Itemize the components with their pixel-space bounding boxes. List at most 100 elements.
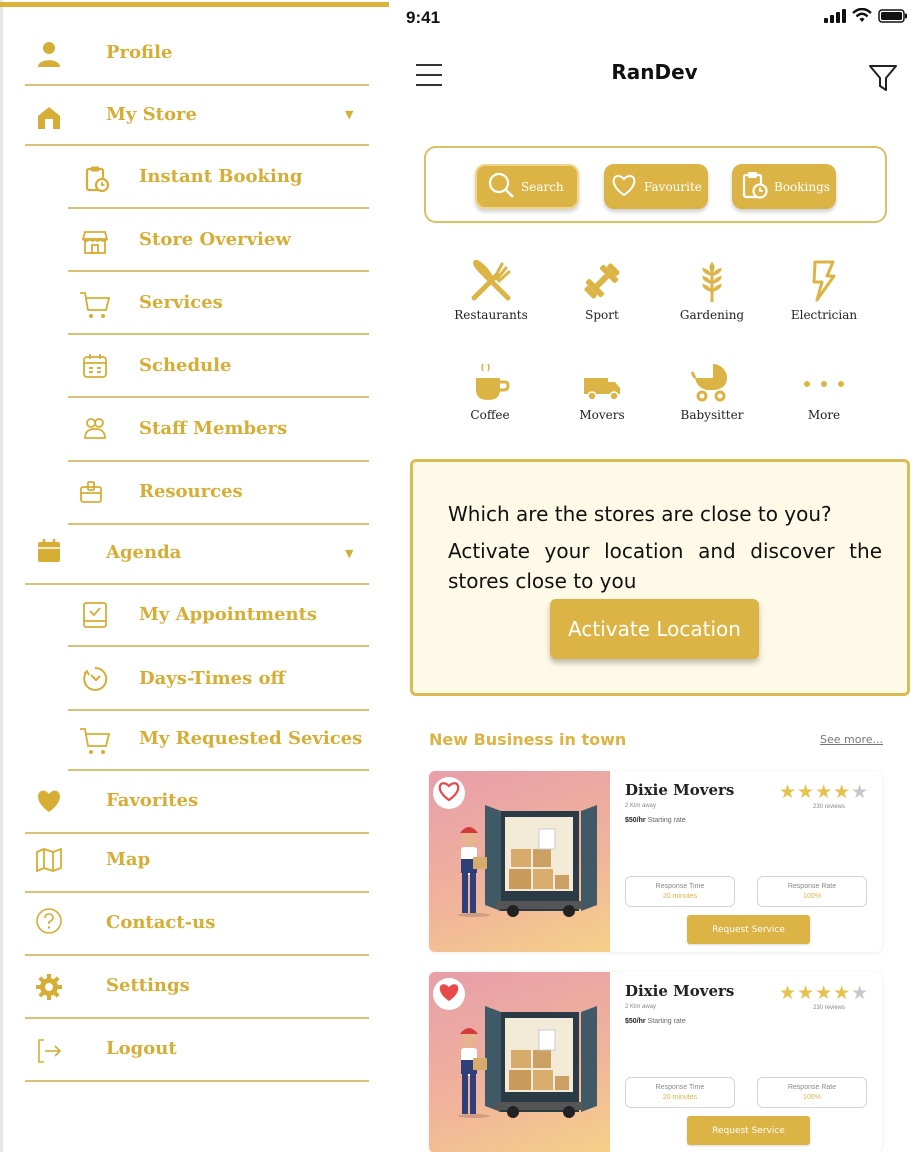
- quick-actions: Search Favourite Bookings: [424, 146, 887, 223]
- category-restaurants[interactable]: Restaurants: [436, 258, 546, 322]
- drawer-item-days-times-off[interactable]: Days-Times off: [0, 656, 370, 704]
- drawer-item-label: Instant Booking: [139, 166, 303, 187]
- filter-icon[interactable]: [867, 62, 899, 94]
- status-time: 9:41: [406, 8, 441, 27]
- drawer-item-label: Services: [139, 292, 223, 313]
- drawer-item-profile[interactable]: Profile: [0, 30, 370, 78]
- search-icon: [487, 171, 515, 202]
- category-gardening[interactable]: Gardening: [657, 258, 767, 322]
- star-rating: ★★★★★: [779, 781, 870, 803]
- drawer-item-services[interactable]: Services: [0, 280, 370, 328]
- drawer-item-label: Favorites: [106, 790, 199, 811]
- favourite-button[interactable]: Favourite: [604, 164, 708, 209]
- divider: [68, 645, 369, 647]
- review-count: 230 reviews: [812, 804, 845, 810]
- drawer-item-label: Contact-us: [106, 912, 216, 933]
- drawer-item-favorites[interactable]: Favorites: [0, 778, 370, 826]
- map-icon: [32, 843, 66, 877]
- drawer-item-label: Settings: [106, 975, 190, 996]
- heart-outline-icon: [610, 172, 638, 201]
- category-label: More: [807, 408, 841, 422]
- divider: [25, 583, 369, 585]
- drawer-item-store-overview[interactable]: Store Overview: [0, 217, 370, 265]
- category-movers[interactable]: Movers: [547, 358, 657, 422]
- storefront-icon: [78, 225, 112, 259]
- app-title: RanDev: [611, 60, 698, 84]
- drawer-item-my-store[interactable]: My Store ▼: [0, 92, 370, 140]
- divider: [25, 954, 369, 956]
- category-label: Restaurants: [454, 308, 528, 322]
- section-title: New Business in town: [429, 730, 627, 749]
- business-image: [429, 972, 610, 1152]
- category-more[interactable]: More: [769, 358, 879, 422]
- drawer-item-label: Staff Members: [139, 418, 288, 439]
- person-icon: [32, 37, 66, 71]
- favorite-toggle[interactable]: [433, 777, 465, 809]
- chevron-down-icon: ▼: [345, 108, 354, 121]
- question-icon: [32, 904, 66, 938]
- divider: [68, 769, 369, 771]
- category-label: Coffee: [470, 408, 510, 422]
- status-icons: [824, 7, 908, 27]
- bookings-button[interactable]: Bookings: [732, 164, 836, 209]
- heart-filled-icon: [437, 981, 461, 1007]
- dumbbell-icon: [547, 258, 657, 302]
- business-name: Dixie Movers: [625, 781, 735, 799]
- divider: [25, 1080, 369, 1082]
- search-button[interactable]: Search: [475, 164, 579, 209]
- divider: [25, 144, 369, 146]
- drawer-item-resources[interactable]: Resources: [0, 469, 370, 517]
- divider: [25, 891, 369, 893]
- category-label: Babysitter: [680, 408, 744, 422]
- cart-icon: [78, 288, 112, 322]
- category-coffee[interactable]: Coffee: [435, 358, 545, 422]
- see-more-link[interactable]: See more...: [820, 733, 883, 746]
- drawer-item-instant-booking[interactable]: Instant Booking: [0, 154, 370, 202]
- drawer-item-label: Map: [106, 849, 151, 870]
- metric-label: Response Time: [655, 1084, 705, 1091]
- business-name: Dixie Movers: [625, 982, 735, 1000]
- drawer-item-my-appointments[interactable]: My Appointments: [0, 592, 370, 640]
- category-electrician[interactable]: Electrician: [769, 258, 879, 322]
- divider: [68, 396, 369, 398]
- drawer-item-my-requested-services[interactable]: My Requested Sevices: [0, 716, 370, 764]
- favorite-toggle[interactable]: [433, 978, 465, 1010]
- heart-icon: [32, 784, 66, 818]
- bolt-icon: [769, 258, 879, 302]
- clipboard-clock-icon: [80, 162, 114, 196]
- drawer-item-label: My Appointments: [139, 604, 318, 625]
- drawer-item-map[interactable]: Map: [0, 837, 370, 885]
- chevron-down-icon: ▼: [345, 547, 354, 560]
- coffee-icon: [435, 358, 545, 402]
- drawer-item-logout[interactable]: Logout: [0, 1026, 370, 1074]
- drawer-item-agenda[interactable]: Agenda ▼: [0, 530, 370, 578]
- category-label: Sport: [585, 308, 619, 322]
- activate-location-button[interactable]: Activate Location: [550, 599, 759, 659]
- request-service-button[interactable]: Request Service: [687, 1116, 810, 1145]
- drawer-item-label: Logout: [106, 1038, 177, 1059]
- check-square-icon: [78, 598, 112, 632]
- divider: [25, 832, 369, 834]
- metric-value: 20 minutes: [662, 1094, 698, 1101]
- category-babysitter[interactable]: Babysitter: [657, 358, 767, 422]
- truck-icon: [547, 358, 657, 402]
- request-service-button[interactable]: Request Service: [687, 915, 810, 944]
- business-card[interactable]: Dixie Movers 2 Klm away $50/hr Starting …: [429, 771, 882, 952]
- navigation-drawer: Profile My Store ▼ Instant Booking Store…: [0, 0, 389, 1152]
- divider: [68, 709, 369, 711]
- drawer-item-settings[interactable]: Settings: [0, 963, 370, 1011]
- drawer-item-staff-members[interactable]: Staff Members: [0, 406, 370, 454]
- rate-label: Starting rate: [647, 817, 686, 824]
- calendar-filled-icon: [32, 534, 66, 568]
- business-distance: 2 Klm away: [625, 1004, 657, 1010]
- drawer-item-schedule[interactable]: Schedule: [0, 343, 370, 391]
- business-card[interactable]: Dixie Movers 2 Klm away $50/hr Starting …: [429, 972, 882, 1152]
- category-sport[interactable]: Sport: [547, 258, 657, 322]
- drawer-item-contact-us[interactable]: Contact-us: [0, 900, 370, 948]
- rate-label: Starting rate: [647, 1018, 686, 1025]
- drawer-item-label: Agenda: [106, 542, 182, 563]
- divider: [68, 207, 369, 209]
- divider: [68, 333, 369, 335]
- divider: [68, 460, 369, 462]
- business-rate: $50/hr Starting rate: [625, 817, 686, 824]
